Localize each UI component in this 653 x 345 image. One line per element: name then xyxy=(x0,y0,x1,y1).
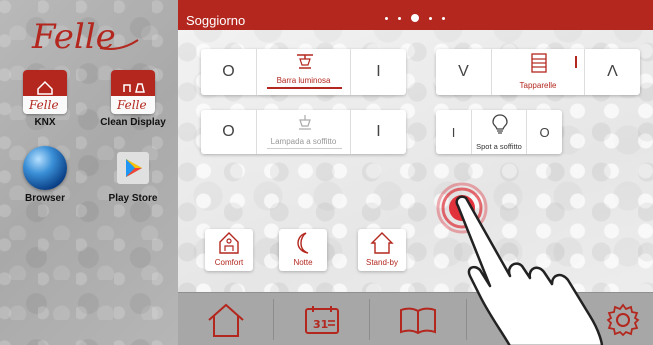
globe-icon xyxy=(23,146,67,190)
room-title: Soggiorno xyxy=(186,13,246,28)
spot-label: Spot a soffitto xyxy=(476,142,522,151)
scene-standby-button[interactable]: Stand-by xyxy=(358,229,406,271)
comfort-house-icon xyxy=(219,232,239,254)
nav-calendar-button[interactable]: 31 xyxy=(274,293,369,345)
page-dot[interactable] xyxy=(442,16,445,20)
scene-label: Notte xyxy=(293,258,313,267)
house-outline-icon xyxy=(370,232,394,254)
app-play-store[interactable]: Play Store xyxy=(98,146,168,204)
barra-luminosa-card: O Barra luminosa I xyxy=(201,49,406,95)
shutter-icon xyxy=(531,53,547,73)
calendar-icon: 31 xyxy=(304,305,339,334)
spot-toggle[interactable]: Spot a soffitto xyxy=(471,110,527,154)
nav-home-button[interactable] xyxy=(178,293,273,345)
lampada-toggle[interactable]: Lampada a soffitto xyxy=(256,110,351,154)
home-icon xyxy=(207,303,244,337)
home-icon: Felle xyxy=(23,70,67,112)
page-dot[interactable] xyxy=(398,16,401,20)
cleaning-icon: Felle xyxy=(111,70,155,112)
light-bar-icon xyxy=(297,54,313,69)
clean-display-app-tile: Felle xyxy=(111,70,155,114)
page-dot-active[interactable] xyxy=(411,14,419,22)
tapparelle-label: Tapparelle xyxy=(519,81,557,90)
moon-icon xyxy=(297,232,309,254)
lampada-soffitto-card: O Lampada a soffitto I xyxy=(201,110,406,154)
scene-label: Stand-by xyxy=(365,258,399,267)
page-dot[interactable] xyxy=(429,16,432,20)
page-indicator[interactable] xyxy=(385,14,445,22)
tapparelle-toggle[interactable]: Tapparelle xyxy=(491,49,585,95)
app-label: Browser xyxy=(24,193,65,204)
app-browser[interactable]: Browser xyxy=(10,146,80,204)
tapparelle-card: V Tapparelle Λ xyxy=(436,49,640,95)
app-clean-display[interactable]: Felle Clean Display xyxy=(98,70,168,128)
tapparelle-down-button[interactable]: V xyxy=(436,49,491,95)
lampada-state-underline xyxy=(267,148,342,149)
light-bulb-icon xyxy=(492,114,508,134)
spot-on-button[interactable]: I xyxy=(436,110,471,154)
barra-on-button[interactable]: I xyxy=(351,49,406,95)
shutter-position-indicator xyxy=(575,56,577,68)
barra-label: Barra luminosa xyxy=(276,76,331,85)
app-knx[interactable]: Felle KNX xyxy=(10,70,80,128)
play-store-icon xyxy=(117,152,149,184)
hand-pointer-icon xyxy=(455,195,604,345)
svg-text:Felle: Felle xyxy=(31,17,116,57)
app-launcher: Felle Felle KNX Felle Clean Display Brow… xyxy=(0,0,178,345)
calendar-day: 31 xyxy=(313,318,328,331)
spot-off-button[interactable]: O xyxy=(527,110,562,154)
page-dot[interactable] xyxy=(385,16,388,20)
app-label: Clean Display xyxy=(100,117,166,128)
app-label: KNX xyxy=(34,117,56,128)
knx-app-tile: Felle xyxy=(23,70,67,114)
app-label: Play Store xyxy=(108,193,158,204)
felle-logo: Felle xyxy=(31,17,139,57)
play-store-app-tile xyxy=(111,146,155,190)
book-icon xyxy=(400,307,436,334)
tapparelle-up-button[interactable]: Λ xyxy=(585,49,640,95)
room-header: Soggiorno xyxy=(178,0,653,30)
ceiling-lamp-icon xyxy=(299,115,311,130)
barra-toggle[interactable]: Barra luminosa xyxy=(256,49,351,95)
scene-label: Comfort xyxy=(214,258,244,267)
barra-state-underline xyxy=(267,87,342,89)
lampada-off-button[interactable]: O xyxy=(201,110,256,154)
scene-notte-button[interactable]: Notte xyxy=(279,229,327,271)
svg-text:Felle: Felle xyxy=(28,98,59,112)
lampada-label: Lampada a soffitto xyxy=(270,137,337,146)
spot-soffitto-card: I Spot a soffitto O xyxy=(436,110,562,154)
lampada-on-button[interactable]: I xyxy=(351,110,406,154)
barra-off-button[interactable]: O xyxy=(201,49,256,95)
svg-text:Felle: Felle xyxy=(116,98,147,112)
scene-comfort-button[interactable]: Comfort xyxy=(205,229,253,271)
